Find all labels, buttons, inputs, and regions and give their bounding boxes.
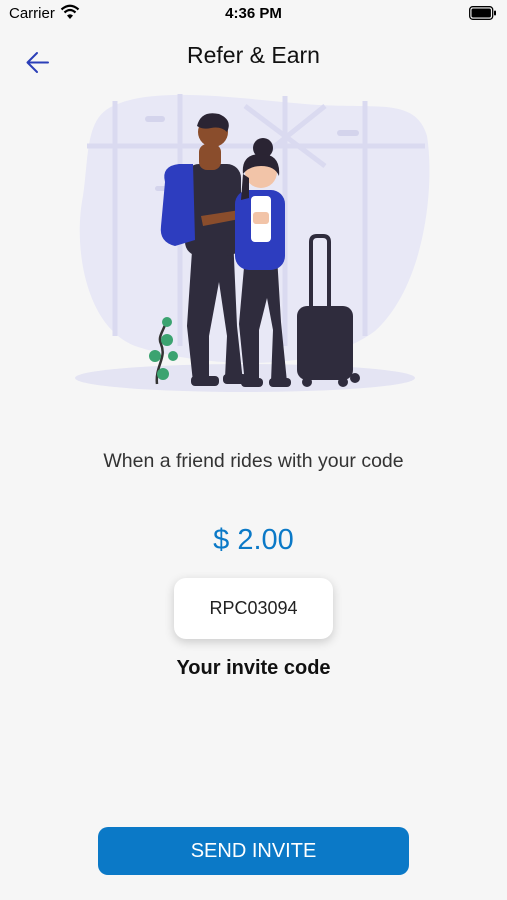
- navigation-bar: Refer & Earn: [0, 30, 507, 90]
- invite-code: RPC03094: [209, 598, 298, 618]
- battery-icon: [469, 6, 497, 25]
- send-invite-label: SEND INVITE: [190, 839, 317, 862]
- page-title: Refer & Earn: [187, 42, 320, 68]
- status-bar: Carrier 4:36 PM: [0, 0, 507, 30]
- reward-amount: $ 2.00: [213, 524, 294, 556]
- status-time: 4:36 PM: [225, 5, 282, 22]
- invite-code-caption: Your invite code: [176, 657, 331, 679]
- invite-code-card[interactable]: RPC03094: [174, 578, 333, 639]
- travel-couple-illustration: [75, 86, 435, 398]
- referral-description: When a friend rides with your code: [103, 450, 404, 472]
- arrow-left-icon: [18, 52, 58, 84]
- send-invite-button[interactable]: SEND INVITE: [98, 827, 409, 875]
